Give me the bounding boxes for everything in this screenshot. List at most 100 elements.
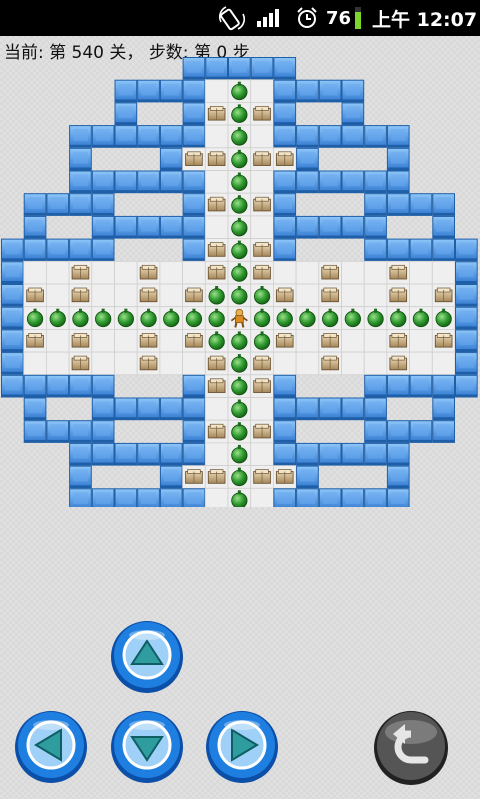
wall-tile xyxy=(182,374,206,398)
wall-tile xyxy=(455,261,478,284)
wall-tile xyxy=(318,170,342,194)
wall-tile xyxy=(91,374,115,398)
goal-marker xyxy=(253,310,271,328)
box-crate xyxy=(185,287,203,303)
box-crate xyxy=(389,355,408,371)
goal-marker xyxy=(140,310,157,328)
battery-icon xyxy=(355,7,361,29)
goal-marker xyxy=(231,242,248,260)
wall-tile xyxy=(296,79,319,103)
box-crate xyxy=(139,264,158,280)
wall-tile xyxy=(386,125,410,148)
wall-tile xyxy=(273,420,297,443)
wall-tile xyxy=(273,79,297,103)
clock: 上午 12:07 xyxy=(372,8,478,31)
wall-tile xyxy=(91,193,115,216)
wall-tile xyxy=(114,79,138,103)
right-arrow-icon xyxy=(206,711,278,783)
wall-tile xyxy=(341,125,365,148)
wall-tile xyxy=(46,374,70,398)
wall-tile xyxy=(296,397,319,421)
wall-tile xyxy=(182,442,206,466)
wall-tile xyxy=(182,420,206,443)
wall-tile xyxy=(341,79,365,103)
wall-tile xyxy=(386,420,410,443)
wall-tile xyxy=(364,125,387,148)
goal-marker xyxy=(231,106,248,123)
wall-tile xyxy=(432,374,455,398)
box-crate xyxy=(434,333,453,348)
floor-tile xyxy=(409,328,433,353)
wall-tile xyxy=(455,374,478,398)
floor-tile xyxy=(272,260,297,285)
wall-tile xyxy=(69,465,92,489)
wall-tile xyxy=(409,238,433,262)
wall-tile xyxy=(364,488,387,507)
up-button[interactable] xyxy=(110,620,184,694)
floor-tile xyxy=(341,328,365,353)
wall-tile xyxy=(114,442,138,466)
wall-tile xyxy=(409,374,433,398)
wall-tile xyxy=(182,193,206,216)
goal-marker xyxy=(208,310,225,328)
goal-marker xyxy=(231,288,248,305)
wall-tile xyxy=(182,57,206,80)
wall-tile xyxy=(46,420,70,443)
wall-tile xyxy=(159,397,183,421)
box-crate xyxy=(321,355,339,371)
wall-tile xyxy=(137,125,160,148)
wall-tile xyxy=(364,238,387,262)
box-crate xyxy=(71,264,90,280)
floor-tile xyxy=(204,124,229,149)
box-crate xyxy=(275,333,294,348)
undo-button[interactable] xyxy=(373,710,449,786)
down-button[interactable] xyxy=(110,710,184,784)
wall-tile xyxy=(137,215,160,239)
floor-tile xyxy=(341,260,365,285)
wall-tile xyxy=(386,147,410,171)
floor-tile xyxy=(91,328,115,353)
left-button[interactable] xyxy=(14,710,88,784)
goal-marker xyxy=(299,310,316,328)
goal-marker xyxy=(117,310,134,328)
wall-tile xyxy=(318,215,342,239)
box-crate xyxy=(207,151,226,166)
right-button[interactable] xyxy=(205,710,279,784)
goal-marker xyxy=(163,310,180,328)
wall-tile xyxy=(364,215,387,239)
wall-tile xyxy=(91,397,115,421)
box-crate xyxy=(185,151,203,166)
box-crate xyxy=(139,287,158,303)
floor-tile xyxy=(114,351,138,376)
floor-tile xyxy=(159,283,183,308)
wall-tile xyxy=(69,238,92,262)
wall-tile xyxy=(159,170,183,194)
box-crate xyxy=(275,469,294,484)
wall-tile xyxy=(137,397,160,421)
wall-tile xyxy=(23,374,47,398)
floor-tile xyxy=(91,351,115,376)
floor-tile xyxy=(272,351,297,376)
wall-tile xyxy=(296,125,319,148)
goal-marker xyxy=(72,310,89,328)
game-board[interactable] xyxy=(0,57,480,507)
floor-tile xyxy=(341,283,365,308)
wall-tile xyxy=(386,374,410,398)
wall-tile xyxy=(205,57,228,80)
floor-tile xyxy=(409,283,433,308)
floor-tile xyxy=(409,351,433,376)
wall-tile xyxy=(23,215,47,239)
floor-tile xyxy=(23,260,47,285)
floor-tile xyxy=(250,442,274,466)
wall-tile xyxy=(273,57,297,80)
goal-marker xyxy=(231,129,248,146)
floor-tile xyxy=(295,283,320,308)
floor-tile xyxy=(159,260,183,285)
box-crate xyxy=(253,264,271,280)
wall-tile xyxy=(318,442,342,466)
box-crate xyxy=(71,355,90,371)
floor-tile xyxy=(182,260,206,285)
wall-tile xyxy=(386,488,410,507)
box-crate xyxy=(207,423,226,439)
goal-marker xyxy=(231,265,248,282)
